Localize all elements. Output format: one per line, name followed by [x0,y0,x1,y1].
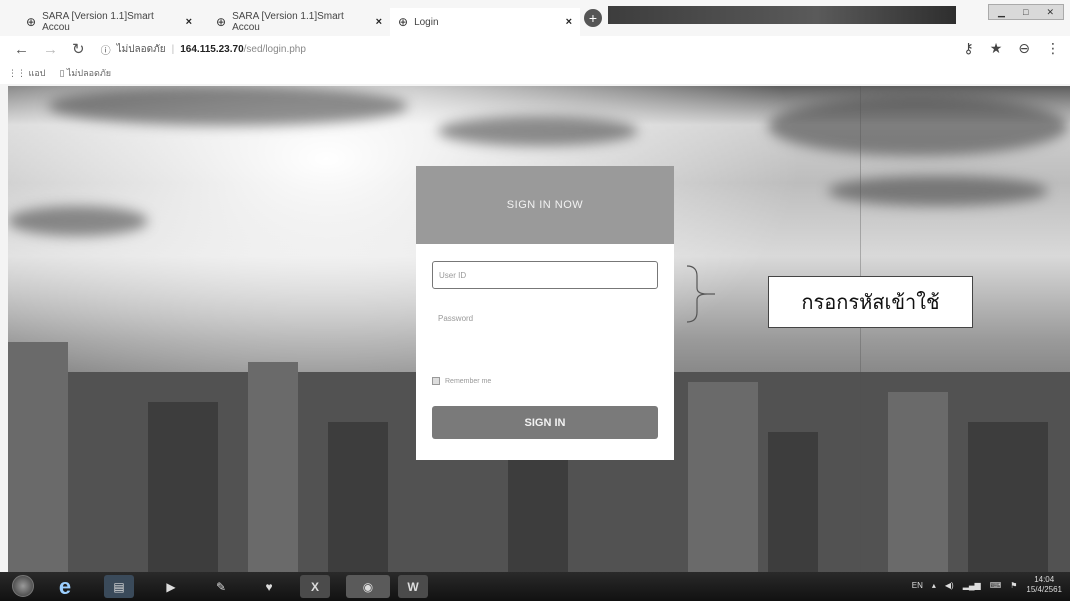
tab-sara-2[interactable]: ⊕ SARA [Version 1.1]Smart Accou × [208,8,390,36]
bracket-annotation [686,265,715,323]
address-separator: | [171,43,175,55]
annotation-box: กรอกรหัสเข้าใช้ [768,276,973,328]
signal-icon[interactable]: ▂▄▆ [963,581,981,590]
password-input[interactable]: Password [432,304,658,332]
new-tab-button[interactable]: + [584,9,602,27]
back-arrow-icon[interactable]: ← [14,41,29,58]
clock-time: 14:04 [1034,575,1055,584]
remember-me[interactable]: Remember me [432,377,491,385]
tab-title: SARA [Version 1.1]Smart Accou [42,11,154,33]
user-id-input[interactable]: User ID [432,261,658,289]
cloud [438,116,638,146]
building [8,342,68,572]
chrome-icon[interactable]: ◉ [346,575,390,598]
close-window-icon[interactable]: ✕ [1046,7,1054,18]
account-icon[interactable]: ⊖ [1018,40,1030,57]
keyboard-icon[interactable]: ⌨ [990,581,1002,590]
ie-icon[interactable]: e [50,574,80,599]
media-icon[interactable]: ▶ [156,575,186,598]
globe-icon: ⊕ [398,15,409,29]
taskbar: e ▤ ▶ ✎ ♥ X ◉ W EN ▴ ◀) ▂▄▆ ⌨ ⚑ 14:04 15… [0,572,1070,601]
globe-icon: ⊕ [216,15,227,29]
building [768,432,818,572]
cloud [8,206,148,236]
clock-date: 15/4/2561 [1026,585,1062,594]
remember-checkbox[interactable] [432,377,440,385]
tab-sara-1[interactable]: ⊕ SARA [Version 1.1]Smart Accou × [18,8,200,36]
tabstrip-background [608,6,956,24]
login-page-background: SIGN IN NOW User ID Password Remember me… [8,86,1070,572]
close-icon[interactable]: × [186,16,192,28]
address-host: 164.115.23.70 [180,43,244,55]
building [148,402,218,572]
building [508,442,568,572]
remember-label: Remember me [445,377,492,385]
shield-app-icon[interactable]: ♥ [254,575,284,598]
cloud [768,96,1068,156]
cloud [48,86,408,126]
star-icon[interactable]: ★ [990,40,1003,57]
security-label: ไม่ปลอดภัย [116,43,166,55]
tab-title: Login [414,16,439,28]
close-icon[interactable]: × [566,16,572,28]
explorer-icon[interactable]: ▤ [104,575,134,598]
login-card: SIGN IN NOW User ID Password Remember me… [416,166,674,460]
bookmark-item[interactable]: ▯ ไม่ปลอดภัย [59,66,111,80]
building [888,392,948,572]
minimize-icon[interactable]: ▁ [998,7,1005,18]
bookmarks-bar: ⋮⋮ แอป ▯ ไม่ปลอดภัย [0,62,1070,84]
system-tray: EN ▴ ◀) ▂▄▆ ⌨ ⚑ 14:04 15/4/2561 [912,575,1062,595]
volume-icon[interactable]: ◀) [945,581,954,590]
building [248,362,298,572]
building [688,382,758,572]
tab-login[interactable]: ⊕ Login × [390,8,580,36]
maximize-icon[interactable]: □ [1023,7,1028,17]
start-button[interactable] [12,575,34,597]
menu-icon[interactable]: ⋮ [1046,40,1060,57]
login-header: SIGN IN NOW [416,166,674,244]
building [328,422,388,572]
cloud [828,176,1048,206]
address-bar[interactable]: ⓘ ไม่ปลอดภัย | 164.115.23.70/sed/login.p… [101,42,306,57]
bookmark-apps[interactable]: ⋮⋮ แอป [8,66,45,80]
language-indicator[interactable]: EN [912,581,923,590]
building [968,422,1048,572]
sign-in-button[interactable]: SIGN IN [432,406,658,439]
key-icon[interactable]: ⚷ [963,40,973,57]
apps-grid-icon: ⋮⋮ [8,68,26,78]
excel-icon[interactable]: X [300,575,330,598]
word-icon[interactable]: W [398,575,428,598]
tab-title: SARA [Version 1.1]Smart Accou [232,11,344,33]
flag-icon[interactable]: ⚑ [1010,581,1017,590]
close-icon[interactable]: × [376,16,382,28]
reload-icon[interactable]: ↻ [72,40,85,58]
tray-arrow-icon[interactable]: ▴ [932,581,936,590]
tab-strip: ⊕ SARA [Version 1.1]Smart Accou × ⊕ SARA… [0,0,1070,36]
clock[interactable]: 14:04 15/4/2561 [1026,575,1062,595]
info-icon[interactable]: ⓘ [101,42,111,57]
tool-icon[interactable]: ✎ [206,575,236,598]
scan-line [860,86,861,572]
folder-icon: ▯ [59,68,65,78]
window-controls: ▁ □ ✕ [988,4,1064,20]
toolbar-actions: ⚷ ★ ⊖ ⋮ [963,40,1060,57]
forward-arrow-icon[interactable]: → [43,41,58,58]
browser-toolbar: ← → ↻ ⓘ ไม่ปลอดภัย | 164.115.23.70/sed/l… [0,36,1070,62]
globe-icon: ⊕ [26,15,37,29]
address-path: /sed/login.php [243,43,306,55]
